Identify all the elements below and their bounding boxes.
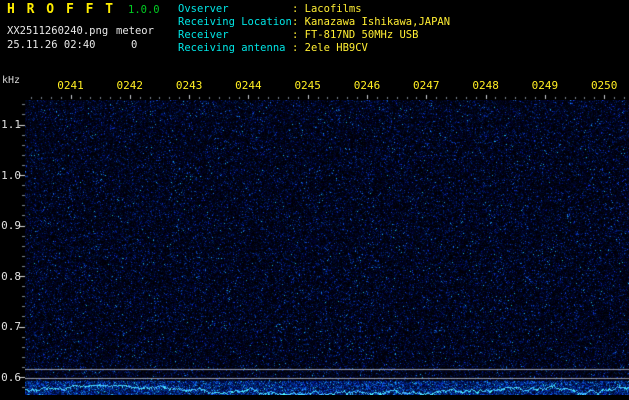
meteor-count: 0	[131, 39, 137, 51]
info-separator: :	[292, 16, 305, 28]
app-version: 1.0.0	[128, 4, 160, 16]
y-tick-label: 0.7	[0, 320, 21, 333]
info-row-location: Receiving Location: Kanazawa Ishikawa,JA…	[178, 16, 450, 29]
mode-label: meteor	[116, 25, 154, 37]
info-separator: :	[292, 29, 305, 41]
info-separator: :	[292, 3, 305, 15]
info-label: Receiving antenna	[178, 42, 292, 55]
app-title: H R O F F T	[7, 2, 115, 17]
info-label: Receiving Location	[178, 16, 292, 29]
info-value: Lacofilms	[305, 3, 362, 15]
info-separator: :	[292, 42, 305, 54]
x-tick-label: 0249	[532, 79, 559, 92]
info-value: FT-817ND 50MHz USB	[305, 29, 419, 41]
y-tick-label: 1.0	[0, 169, 21, 182]
info-label: Ovserver	[178, 3, 292, 16]
x-tick-label: 0241	[57, 79, 84, 92]
x-tick-label: 0243	[176, 79, 203, 92]
x-tick-label: 0245	[294, 79, 321, 92]
output-filename: XX2511260240.png	[7, 25, 108, 37]
y-axis-unit-label: kHz	[2, 75, 20, 86]
x-tick-label: 0246	[354, 79, 381, 92]
y-tick-label: 0.8	[0, 270, 21, 283]
info-row-observer: Ovserver: Lacofilms	[178, 3, 450, 16]
x-tick-label: 0244	[235, 79, 262, 92]
x-tick-label: 0250	[591, 79, 618, 92]
x-tick-label: 0242	[117, 79, 144, 92]
info-row-antenna: Receiving antenna: 2ele HB9CV	[178, 42, 450, 55]
y-tick-label: 0.6	[0, 371, 21, 384]
info-value: Kanazawa Ishikawa,JAPAN	[305, 16, 450, 28]
hrofft-window: H R O F F T 1.0.0 XX2511260240.png meteo…	[0, 0, 629, 400]
info-value: 2ele HB9CV	[305, 42, 368, 54]
y-tick-label: 0.9	[0, 219, 21, 232]
x-tick-label: 0248	[472, 79, 499, 92]
observation-datetime: 25.11.26 02:40	[7, 39, 96, 51]
station-info-block: Ovserver: Lacofilms Receiving Location: …	[178, 3, 450, 55]
info-label: Receiver	[178, 29, 292, 42]
info-row-receiver: Receiver: FT-817ND 50MHz USB	[178, 29, 450, 42]
spectrogram-canvas	[25, 100, 629, 395]
x-tick-label: 0247	[413, 79, 440, 92]
y-tick-label: 1.1	[0, 118, 21, 131]
